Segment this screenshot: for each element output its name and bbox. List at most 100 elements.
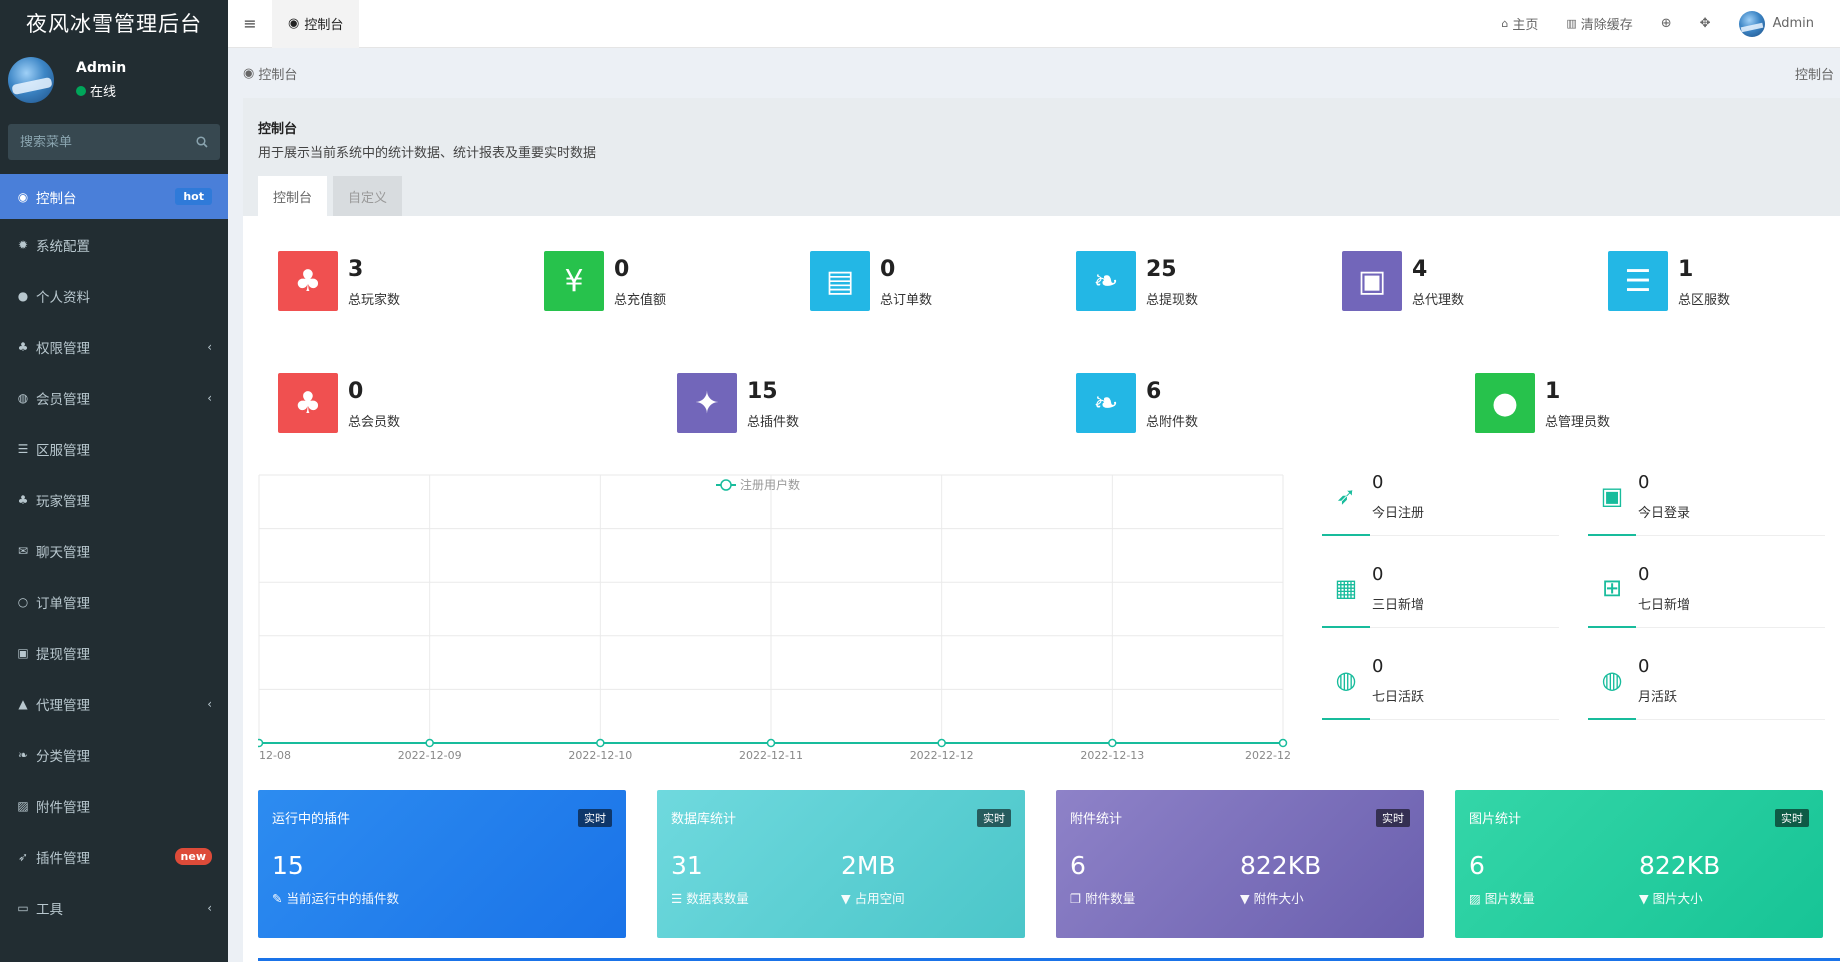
user-panel: Admin 在线 (0, 46, 228, 114)
mini-stat-today-login: ▣ 0 今日登录 (1588, 470, 1825, 536)
leaf-icon: ❧ (1076, 251, 1136, 311)
brand-title[interactable]: 夜风冰雪管理后台 (0, 0, 228, 46)
mini-stat-today-register: ➶ 0 今日注册 (1322, 470, 1559, 536)
stat-label: 总代理数 (1412, 293, 1465, 308)
user-menu-label: Admin (1772, 16, 1814, 31)
sidebar-item-agents[interactable]: ▲ 代理管理 ‹ (0, 678, 228, 729)
stat-label: 总提现数 (1146, 293, 1199, 308)
rocket-icon: ➶ (17, 849, 29, 864)
sidebar-item-attachments[interactable]: ▨ 附件管理 (0, 780, 228, 831)
id-card-icon: ▣ (1600, 482, 1624, 510)
breadcrumb-right[interactable]: 控制台 (1795, 64, 1834, 83)
dashboard-icon: ◉ (17, 189, 29, 204)
stat-total-plugins: ✦ 15 总插件数 (677, 373, 799, 433)
rocket-icon: ➶ (1335, 482, 1357, 510)
sidebar-item-label: 附件管理 (36, 799, 90, 816)
language-button[interactable]: ⊕ (1661, 16, 1672, 31)
menu-search (8, 124, 220, 160)
card-value: 6 (1469, 851, 1485, 880)
chart-x-tick-label: 12-08 (259, 749, 291, 762)
card-value-label: 附件数量 (1085, 891, 1136, 906)
user-icon: ● (1475, 373, 1535, 433)
server-icon: ☰ (17, 441, 29, 456)
breadcrumb-current[interactable]: 控制台 (258, 64, 297, 83)
hot-badge: hot (175, 188, 212, 205)
home-link[interactable]: ⌂ 主页 (1501, 14, 1538, 33)
sidebar-item-profile[interactable]: ● 个人资料 (0, 270, 228, 321)
card-value: 31 (671, 851, 703, 880)
stat-total-servers: ☰ 1 总区服数 (1608, 251, 1730, 311)
tab-dashboard[interactable]: ◉ 控制台 (272, 0, 360, 48)
card-value: 6 (1070, 851, 1086, 880)
server-icon: ☰ (1608, 251, 1668, 311)
realtime-tag: 实时 (578, 808, 612, 827)
users-icon: ♣ (278, 373, 338, 433)
fullscreen-icon: ✥ (1699, 16, 1711, 31)
card-value: 2MB (841, 851, 896, 880)
menu-search-input[interactable] (20, 134, 170, 150)
filter-icon: ▼ (1240, 891, 1254, 906)
dashboard-icon: ◉ (288, 16, 300, 31)
realtime-tag: 实时 (977, 808, 1011, 827)
sidebar-item-chat[interactable]: ✉ 聊天管理 (0, 525, 228, 576)
clear-cache-button[interactable]: ▥ 清除缓存 (1566, 14, 1632, 33)
sidebar-item-label: 权限管理 (36, 340, 90, 357)
sidebar: 夜风冰雪管理后台 Admin 在线 ◉ 控制台 hot ✹ 系统配置 ● 个人资… (0, 0, 228, 962)
tab-dashboard[interactable]: 控制台 (258, 176, 328, 216)
chevron-left-icon: ‹ (207, 390, 212, 405)
sidebar-item-tools[interactable]: ▭ 工具 ‹ (0, 882, 228, 933)
mini-stat-value: 0 (1638, 564, 1650, 585)
chevron-left-icon: ‹ (207, 339, 212, 354)
registration-chart-svg: 12-08 2022-12-09 2022-12-10 2022-12-11 2022-… (258, 474, 1290, 762)
mini-stat-label: 今日注册 (1372, 506, 1425, 521)
page-description: 用于展示当前系统中的统计数据、统计报表及重要实时数据 (258, 146, 597, 161)
sidebar-item-members[interactable]: ◍ 会员管理 ‹ (0, 372, 228, 423)
sidebar-item-dashboard[interactable]: ◉ 控制台 hot (0, 174, 228, 219)
sidebar-item-categories[interactable]: ❧ 分类管理 (0, 729, 228, 780)
card-attachment-stats: 附件统计 实时 6 ❐ 附件数量 822KB ▼ 附件大小 (1056, 790, 1424, 938)
chart-legend-label: 注册用户数 (740, 477, 800, 492)
avatar (8, 57, 54, 103)
sidebar-item-plugins[interactable]: ➶ 插件管理 new (0, 831, 228, 882)
user-circle-icon: ◍ (1601, 666, 1623, 694)
card-database-stats: 数据库统计 实时 31 ☰ 数据表数量 2MB ▼ 占用空间 (657, 790, 1025, 938)
chart-data-point (937, 738, 946, 748)
sidebar-item-label: 控制台 (36, 190, 77, 207)
avatar (1738, 10, 1765, 37)
tab-label: 控制台 (304, 18, 344, 33)
mini-stat-7day-active: ◍ 0 七日活跃 (1322, 654, 1559, 720)
fullscreen-button[interactable]: ✥ (1700, 16, 1711, 31)
registration-chart: 12-08 2022-12-09 2022-12-10 2022-12-11 2022-… (258, 473, 1290, 763)
menu-icon: ≡ (243, 14, 257, 33)
group-icon: ♣ (17, 339, 29, 354)
panel-tabs: 控制台 自定义 (258, 176, 408, 216)
card-value-label: 图片数量 (1484, 891, 1535, 906)
online-dot-icon (76, 85, 86, 96)
gear-icon: ✹ (17, 237, 29, 252)
search-icon[interactable] (196, 136, 208, 148)
tab-custom[interactable]: 自定义 (333, 176, 403, 216)
magic-icon: ✎ (272, 891, 287, 906)
mini-stat-7day-new: ⊞ 0 七日新增 (1588, 562, 1825, 628)
card-value-label: 当前运行中的插件数 (286, 891, 399, 906)
stat-total-withdrawals: ❧ 25 总提现数 (1076, 251, 1198, 311)
id-card-icon: ▣ (1342, 251, 1402, 311)
home-icon: ⌂ (1501, 17, 1509, 30)
sidebar-toggle-button[interactable]: ≡ (228, 0, 272, 48)
mini-stat-value: 0 (1638, 656, 1650, 677)
sidebar-item-permissions[interactable]: ♣ 权限管理 ‹ (0, 321, 228, 372)
stat-label: 总附件数 (1146, 415, 1199, 430)
sidebar-item-system-config[interactable]: ✹ 系统配置 (0, 219, 228, 270)
mini-stat-monthly-active: ◍ 0 月活跃 (1588, 654, 1825, 720)
mini-stat-label: 月活跃 (1638, 690, 1678, 705)
user-menu[interactable]: Admin (1738, 10, 1814, 37)
magic-icon: ✦ (677, 373, 737, 433)
sidebar-item-label: 会员管理 (36, 391, 90, 408)
sidebar-item-servers[interactable]: ☰ 区服管理 (0, 423, 228, 474)
sidebar-item-label: 玩家管理 (36, 493, 90, 510)
sidebar-item-withdrawals[interactable]: ▣ 提现管理 (0, 627, 228, 678)
chart-legend-marker (720, 479, 732, 491)
sidebar-item-players[interactable]: ♣ 玩家管理 (0, 474, 228, 525)
mini-stat-label: 今日登录 (1638, 506, 1691, 521)
sidebar-item-orders[interactable]: ○ 订单管理 (0, 576, 228, 627)
